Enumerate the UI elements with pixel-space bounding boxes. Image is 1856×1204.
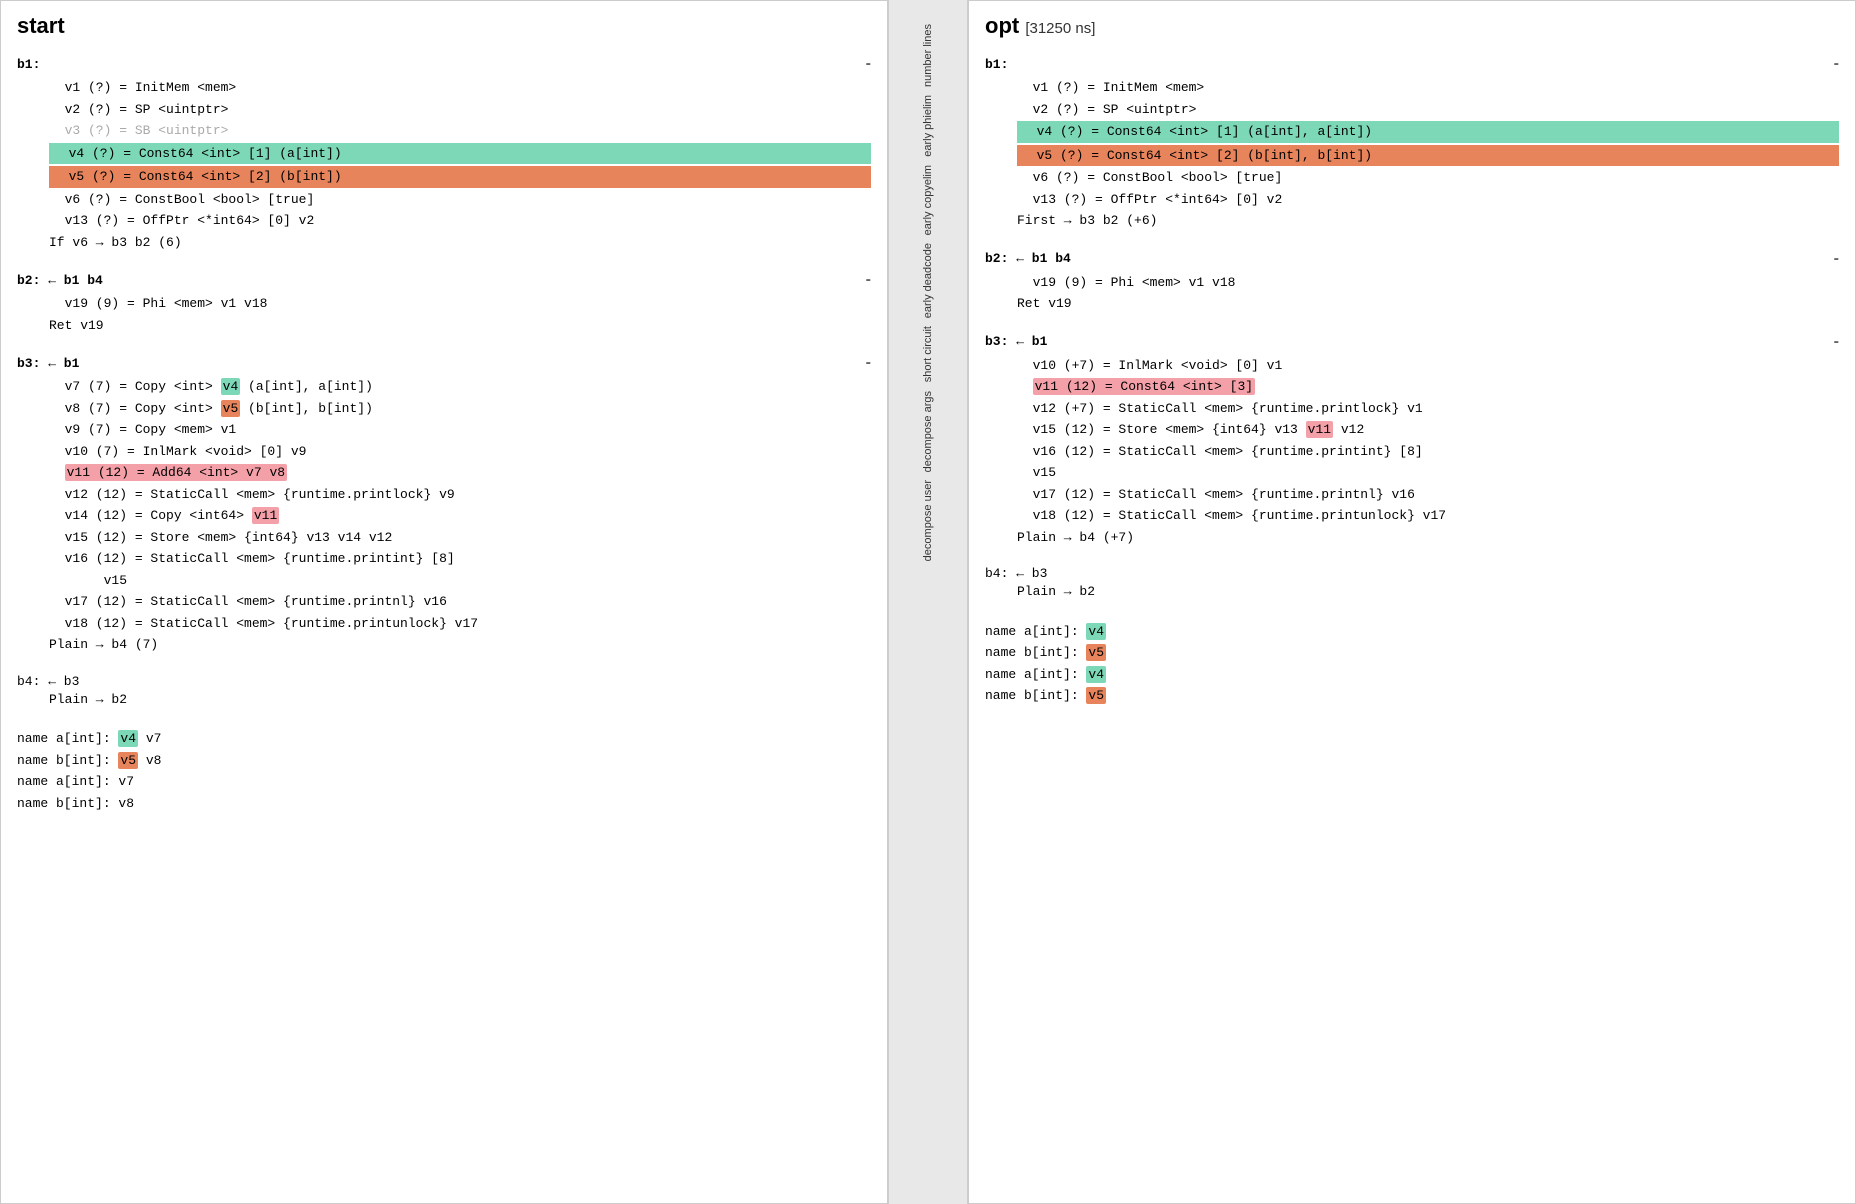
code-line: v1 (?) = InitMem <mem> [1017,77,1839,99]
code-line: v19 (9) = Phi <mem> v1 v18 [1017,272,1839,294]
b1-collapse-left[interactable]: - [866,55,871,73]
code-line: v10 (7) = InlMark <void> [0] v9 [49,441,871,463]
b2-label-left: b2: ← b1 b4 [17,273,103,288]
code-line: v12 (+7) = StaticCall <mem> {runtime.pri… [1017,398,1839,420]
label-early-copyelim: early copyelim [922,161,934,239]
right-panel: opt [31250 ns] b1: - v1 (?) = InitMem <m… [968,0,1856,1204]
block-b3-right: b3: ← b1 - v10 (+7) = InlMark <void> [0]… [985,333,1839,549]
code-line: v17 (12) = StaticCall <mem> {runtime.pri… [49,591,871,613]
block-b1-left: b1: - v1 (?) = InitMem <mem> v2 (?) = SP… [17,55,871,253]
code-line: name b[int]: v5 v8 [17,750,871,772]
code-line: v7 (7) = Copy <int> v4 (a[int], a[int]) [49,376,871,398]
b2-label-right: b2: ← b1 b4 [985,251,1071,266]
timing-label: [31250 ns] [1025,20,1095,37]
left-panel: start b1: - v1 (?) = InitMem <mem> v2 (?… [0,0,888,1204]
b4-label-left: b4: ← b3 [17,674,871,689]
code-line: v3 (?) = SB <uintptr> [49,120,871,142]
right-panel-title: opt [31250 ns] [985,13,1839,39]
code-line: v10 (+7) = InlMark <void> [0] v1 [1017,355,1839,377]
code-line: v18 (12) = StaticCall <mem> {runtime.pri… [1017,505,1839,527]
block-b4-left: b4: ← b3 Plain → b2 [17,674,871,711]
b2-collapse-left[interactable]: - [866,271,871,289]
code-line: v15 (12) = Store <mem> {int64} v13 v11 v… [1017,419,1839,441]
code-line: name b[int]: v5 [985,685,1839,707]
label-number-lines: number lines [922,20,934,91]
block-b2-left: b2: ← b1 b4 - v19 (9) = Phi <mem> v1 v18… [17,271,871,336]
code-line: v11 (12) = Add64 <int> v7 v8 [49,462,871,484]
b3-label-right: b3: ← b1 [985,334,1047,349]
middle-bar: number lines early phielim early copyeli… [888,0,968,1204]
code-line: v15 [1017,462,1839,484]
code-line: v13 (?) = OffPtr <*int64> [0] v2 [1017,189,1839,211]
code-line: v11 (12) = Const64 <int> [3] [1017,376,1839,398]
code-line: name a[int]: v7 [17,771,871,793]
code-line: If v6 → b3 b2 (6) [49,232,871,254]
b1-collapse-right[interactable]: - [1834,55,1839,73]
code-line: v1 (?) = InitMem <mem> [49,77,871,99]
code-line: v17 (12) = StaticCall <mem> {runtime.pri… [1017,484,1839,506]
code-line: Ret v19 [49,315,871,337]
code-line: v8 (7) = Copy <int> v5 (b[int], b[int]) [49,398,871,420]
code-line: v2 (?) = SP <uintptr> [49,99,871,121]
code-line: name a[int]: v4 v7 [17,728,871,750]
name-section-left: name a[int]: v4 v7 name b[int]: v5 v8 na… [17,728,871,814]
b2-collapse-right[interactable]: - [1834,250,1839,268]
code-line-v4-right: v4 (?) = Const64 <int> [1] (a[int], a[in… [1017,120,1839,144]
code-line: v15 (12) = Store <mem> {int64} v13 v14 v… [49,527,871,549]
code-line: v18 (12) = StaticCall <mem> {runtime.pri… [49,613,871,635]
code-line: v6 (?) = ConstBool <bool> [true] [49,189,871,211]
label-decompose-user: decompose user [922,476,934,565]
code-line: v16 (12) = StaticCall <mem> {runtime.pri… [1017,441,1839,463]
code-line: v12 (12) = StaticCall <mem> {runtime.pri… [49,484,871,506]
label-short-circuit: short circuit [922,322,934,386]
code-line: v19 (9) = Phi <mem> v1 v18 [49,293,871,315]
code-line-v4-left: v4 (?) = Const64 <int> [1] (a[int]) [49,142,871,166]
code-line: v16 (12) = StaticCall <mem> {runtime.pri… [49,548,871,570]
b1-label-left: b1: [17,57,40,72]
code-line: name b[int]: v5 [985,642,1839,664]
code-line: v2 (?) = SP <uintptr> [1017,99,1839,121]
code-line: Plain → b2 [49,689,871,711]
block-b1-right: b1: - v1 (?) = InitMem <mem> v2 (?) = SP… [985,55,1839,232]
block-b3-left: b3: ← b1 - v7 (7) = Copy <int> v4 (a[int… [17,354,871,656]
code-line: v13 (?) = OffPtr <*int64> [0] v2 [49,210,871,232]
label-early-phielim: early phielim [922,91,934,161]
label-early-deadcode: early deadcode [922,239,934,322]
b4-label-right: b4: ← b3 [985,566,1839,581]
b3-collapse-left[interactable]: - [866,354,871,372]
code-line: v6 (?) = ConstBool <bool> [true] [1017,167,1839,189]
code-line: Plain → b4 (+7) [1017,527,1839,549]
code-line: name a[int]: v4 [985,621,1839,643]
left-panel-title: start [17,13,871,39]
code-line: v9 (7) = Copy <mem> v1 [49,419,871,441]
code-line: First → b3 b2 (+6) [1017,210,1839,232]
code-line: Plain → b2 [1017,581,1839,603]
code-line: v15 [49,570,871,592]
code-line: name b[int]: v8 [17,793,871,815]
code-line-v5-right: v5 (?) = Const64 <int> [2] (b[int], b[in… [1017,144,1839,168]
b3-collapse-right[interactable]: - [1834,333,1839,351]
name-section-right: name a[int]: v4 name b[int]: v5 name a[i… [985,621,1839,707]
block-b2-right: b2: ← b1 b4 - v19 (9) = Phi <mem> v1 v18… [985,250,1839,315]
code-line-v5-left: v5 (?) = Const64 <int> [2] (b[int]) [49,165,871,189]
code-line: Ret v19 [1017,293,1839,315]
code-line: v14 (12) = Copy <int64> v11 [49,505,871,527]
block-b4-right: b4: ← b3 Plain → b2 [985,566,1839,603]
code-line: Plain → b4 (7) [49,634,871,656]
b1-label-right: b1: [985,57,1008,72]
b3-label-left: b3: ← b1 [17,356,79,371]
code-line: name a[int]: v4 [985,664,1839,686]
label-decompose-args: decompose args [922,387,934,476]
